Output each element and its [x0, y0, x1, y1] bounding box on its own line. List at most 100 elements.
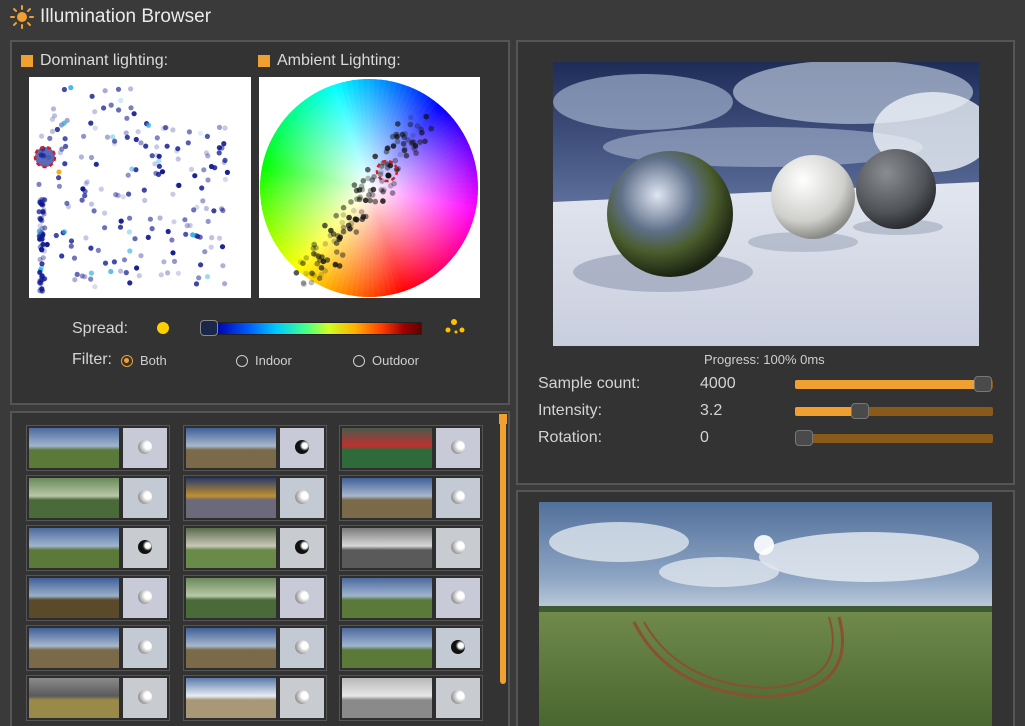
- dominant-light-point: [37, 280, 43, 286]
- scroll-up-arrow-icon[interactable]: [499, 414, 507, 424]
- dominant-light-point: [37, 199, 43, 206]
- dominant-light-point: [158, 272, 164, 278]
- environment-thumbnail[interactable]: [183, 525, 327, 571]
- environment-thumbnail[interactable]: [339, 425, 483, 471]
- dominant-light-point: [196, 275, 202, 281]
- dominant-light-point: [117, 224, 124, 230]
- ambient-light-point: [356, 187, 363, 193]
- lighting-sphere-preview: [436, 428, 480, 468]
- ambient-light-point: [389, 190, 396, 196]
- dominant-light-point: [79, 197, 85, 203]
- lighting-sphere-preview: [280, 428, 324, 468]
- dominant-light-point: [118, 268, 124, 274]
- color-wheel[interactable]: [259, 77, 480, 298]
- environment-thumbnail[interactable]: [339, 675, 483, 721]
- environment-thumbnail[interactable]: [26, 475, 170, 521]
- dominant-light-point: [49, 128, 56, 134]
- ambient-light-point: [384, 165, 391, 171]
- dominant-light-point: [135, 129, 141, 135]
- slider-knob[interactable]: [795, 430, 813, 446]
- sphere-icon: [295, 540, 309, 554]
- environment-thumbnail[interactable]: [183, 625, 327, 671]
- rotation-slider[interactable]: [795, 430, 993, 446]
- dominant-light-point: [195, 233, 201, 239]
- dominant-light-point: [186, 129, 192, 135]
- dominant-light-point: [145, 234, 151, 240]
- progress-label: Progress:: [704, 352, 760, 367]
- lighting-sphere-preview: [436, 578, 480, 618]
- environment-thumbnail[interactable]: [183, 425, 327, 471]
- environment-thumbnail[interactable]: [339, 525, 483, 571]
- dominant-light-point: [47, 135, 53, 141]
- spread-slider-track[interactable]: [200, 322, 422, 335]
- dominant-light-point: [161, 259, 167, 265]
- dominant-light-point: [138, 253, 144, 259]
- environment-preview: [29, 578, 119, 618]
- ambient-light-point: [390, 143, 397, 149]
- environment-thumbnail[interactable]: [339, 475, 483, 521]
- spread-slider-handle[interactable]: [200, 320, 218, 336]
- dominant-light-point: [102, 88, 108, 94]
- dominant-light-point: [221, 141, 227, 147]
- dominant-light-point: [127, 248, 133, 254]
- dominant-light-point: [81, 133, 87, 139]
- rotation-label: Rotation:: [538, 429, 603, 446]
- environment-thumbnail[interactable]: [183, 675, 327, 721]
- dominant-light-point: [42, 197, 48, 203]
- dominant-light-point: [92, 284, 98, 290]
- dominant-light-point: [222, 157, 228, 163]
- environment-preview: [29, 478, 119, 518]
- dominant-light-point: [164, 143, 170, 149]
- filter-indoor-radio[interactable]: Indoor: [236, 353, 292, 368]
- filter-outdoor-radio[interactable]: Outdoor: [353, 353, 419, 368]
- dominant-light-point: [149, 226, 155, 232]
- environment-thumbnail[interactable]: [26, 525, 170, 571]
- filter-both-label: Both: [140, 353, 167, 368]
- environment-thumbnail[interactable]: [339, 625, 483, 671]
- dominant-light-point: [95, 247, 101, 253]
- sphere-icon: [295, 440, 309, 454]
- ambient-light-point: [327, 232, 334, 239]
- sample-count-slider[interactable]: [795, 376, 993, 392]
- environment-thumbnail[interactable]: [183, 575, 327, 621]
- dominant-light-point: [209, 235, 215, 241]
- dominant-light-point: [61, 229, 68, 235]
- dominant-light-point: [39, 236, 45, 242]
- dominant-light-point: [68, 85, 74, 91]
- sphere-icon: [451, 440, 465, 454]
- sphere-icon: [138, 440, 152, 454]
- ambient-light-point: [351, 182, 358, 188]
- dominant-light-point: [203, 150, 209, 156]
- ambient-light-point: [322, 241, 329, 247]
- dominant-light-point: [56, 169, 62, 175]
- slider-knob[interactable]: [851, 403, 870, 419]
- dominant-light-point: [36, 229, 42, 235]
- slider-knob[interactable]: [974, 376, 993, 392]
- ambient-light-point: [336, 263, 343, 269]
- dominant-light-point: [128, 105, 134, 111]
- environment-thumbnail[interactable]: [26, 625, 170, 671]
- environment-thumbnail[interactable]: [26, 675, 170, 721]
- environment-preview: [186, 528, 276, 568]
- dominant-light-point: [187, 222, 193, 229]
- sphere-icon: [295, 690, 309, 704]
- intensity-slider[interactable]: [795, 403, 993, 419]
- dominant-light-point: [56, 183, 62, 189]
- dominant-light-point: [149, 153, 155, 159]
- filter-both-radio[interactable]: Both: [121, 353, 167, 368]
- thumbnail-scrollbar[interactable]: [500, 414, 506, 684]
- environment-thumbnail[interactable]: [183, 475, 327, 521]
- dominant-lighting-plot[interactable]: [29, 77, 251, 298]
- dominant-light-point: [88, 154, 95, 161]
- environment-thumbnail[interactable]: [26, 575, 170, 621]
- ambient-light-point: [333, 212, 339, 219]
- ambient-lighting-plot[interactable]: [259, 77, 480, 298]
- dominant-light-point: [192, 173, 198, 179]
- environment-thumbnail[interactable]: [339, 575, 483, 621]
- dominant-light-point: [185, 140, 191, 146]
- dominant-light-point: [104, 134, 111, 140]
- lighting-sphere-preview: [123, 478, 167, 518]
- ambient-light-point: [380, 198, 386, 204]
- spread-label: Spread:: [72, 320, 129, 337]
- environment-thumbnail[interactable]: [26, 425, 170, 471]
